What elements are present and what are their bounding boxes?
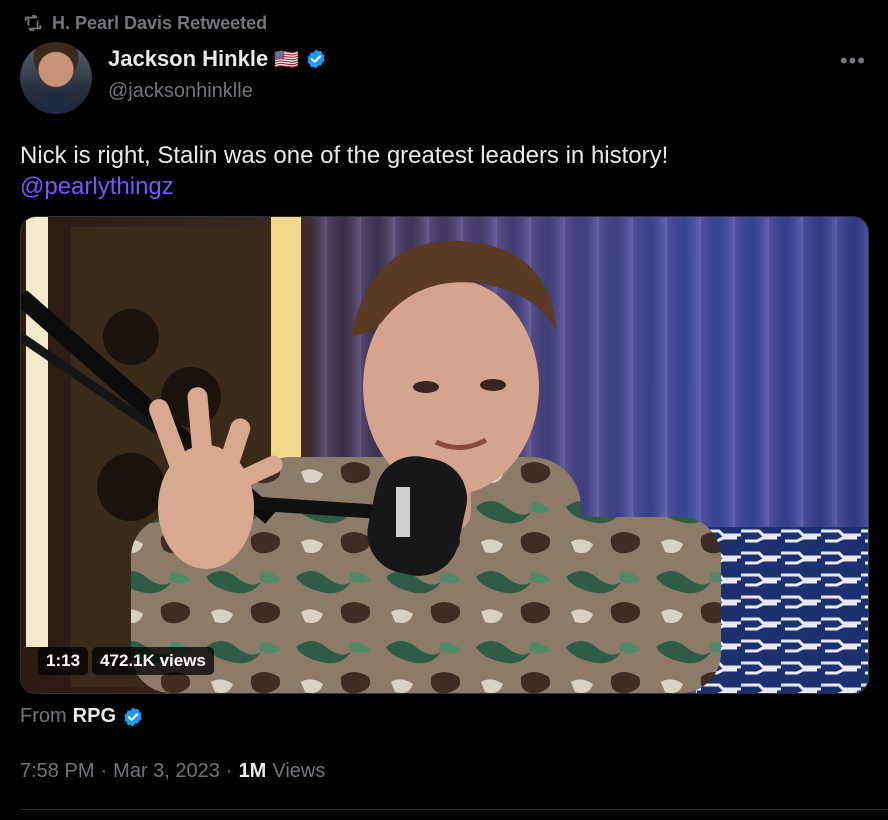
verified-badge-icon bbox=[307, 49, 325, 69]
video-player[interactable] bbox=[20, 216, 869, 694]
source-attribution: From RPG bbox=[20, 705, 144, 728]
more-options-icon[interactable]: ••• bbox=[840, 48, 866, 74]
mention-link[interactable]: @pearlythingz bbox=[20, 171, 860, 202]
retweet-icon bbox=[24, 14, 42, 32]
tweet-body: Nick is right, Stalin was one of the gre… bbox=[20, 142, 669, 169]
divider bbox=[20, 809, 888, 810]
retweet-indicator[interactable]: H. Pearl Davis Retweeted bbox=[22, 12, 267, 34]
video-thumbnail bbox=[21, 217, 868, 693]
avatar[interactable] bbox=[20, 42, 92, 114]
meta-separator: · bbox=[100, 760, 108, 782]
us-flag-icon: 🇺🇸 bbox=[274, 48, 300, 71]
source-verified-badge-icon bbox=[124, 706, 142, 727]
tweet-text: Nick is right, Stalin was one of the gre… bbox=[20, 140, 860, 202]
author-name-row[interactable]: Jackson Hinkle 🇺🇸 bbox=[108, 46, 327, 72]
source-prefix: From bbox=[20, 705, 67, 727]
meta-separator: · bbox=[225, 760, 233, 782]
video-badges: 1:13 472.1K views bbox=[38, 647, 214, 675]
tweet-metadata: 7:58 PM · Mar 3, 2023 · 1M Views bbox=[20, 760, 325, 783]
author-handle[interactable]: @jacksonhinklle bbox=[108, 80, 253, 103]
display-name[interactable]: Jackson Hinkle bbox=[108, 46, 268, 72]
views-count: 1M bbox=[238, 760, 267, 782]
tweet-date[interactable]: Mar 3, 2023 bbox=[113, 760, 220, 783]
video-duration: 1:13 bbox=[38, 647, 89, 675]
video-views: 472.1K views bbox=[92, 647, 214, 675]
views-label: Views bbox=[272, 760, 326, 782]
source-link[interactable]: RPG bbox=[73, 705, 116, 728]
tweet-time[interactable]: 7:58 PM bbox=[20, 760, 94, 783]
retweet-label: H. Pearl Davis Retweeted bbox=[52, 12, 268, 33]
